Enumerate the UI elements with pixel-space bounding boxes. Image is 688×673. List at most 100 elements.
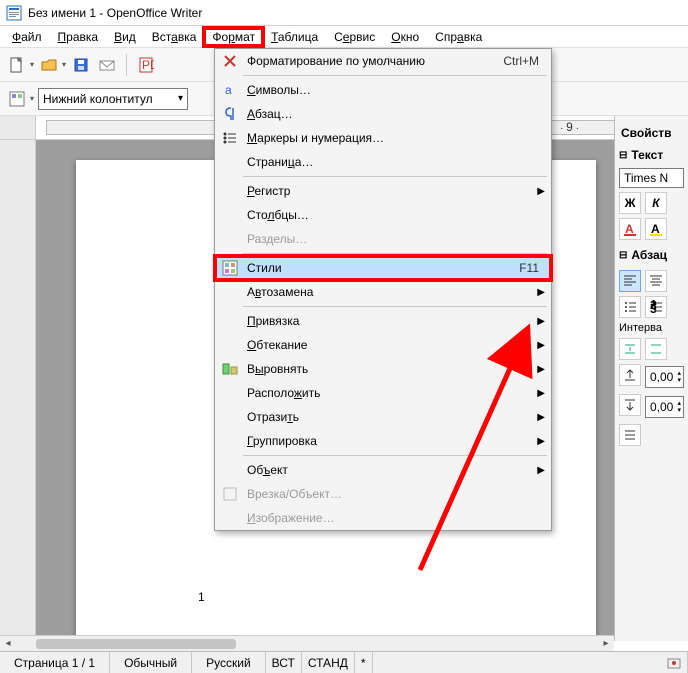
menu-page[interactable]: Страница… [215, 150, 551, 174]
save-button[interactable] [70, 54, 92, 76]
submenu-arrow-icon: ▶ [537, 186, 545, 197]
menu-wrap[interactable]: Обтекание▶ [215, 333, 551, 357]
styles-window-button[interactable] [6, 88, 28, 110]
menu-object[interactable]: Объект▶ [215, 458, 551, 482]
spacing-below-icon [619, 394, 641, 416]
submenu-arrow-icon: ▶ [537, 287, 545, 298]
styles-icon [219, 260, 241, 276]
bold-button[interactable]: Ж [619, 192, 641, 214]
new-dropdown-icon[interactable]: ▾ [30, 60, 34, 69]
spacing-below-field[interactable]: 0,00 [645, 396, 684, 418]
menu-group[interactable]: Группировка▶ [215, 429, 551, 453]
status-selection-mode[interactable]: СТАНД [302, 652, 355, 673]
menu-tools[interactable]: Сервис [326, 28, 383, 46]
svg-text:3: 3 [650, 302, 657, 314]
menu-arrange[interactable]: Расположить▶ [215, 381, 551, 405]
menu-sections: Разделы… [215, 227, 551, 251]
svg-text:A: A [651, 222, 660, 236]
ruler-tick-9: · 9 · [560, 120, 579, 134]
menu-autocorrect[interactable]: Автозамена▶ [215, 280, 551, 304]
menu-columns[interactable]: Столбцы… [215, 203, 551, 227]
scroll-right-icon[interactable]: ▸ [598, 638, 614, 649]
menu-separator [243, 455, 547, 456]
character-icon: a [219, 82, 241, 98]
open-button[interactable] [38, 54, 60, 76]
vertical-ruler[interactable] [0, 140, 36, 641]
menu-format[interactable]: Формат [204, 28, 263, 46]
menu-case[interactable]: Регистр▶ [215, 179, 551, 203]
svg-text:a: a [225, 83, 232, 97]
menu-table[interactable]: Таблица [263, 28, 326, 46]
menu-styles[interactable]: Стили F11 [215, 256, 551, 280]
menu-window[interactable]: Окно [383, 28, 427, 46]
export-pdf-button[interactable]: PDF [135, 54, 157, 76]
menu-separator [243, 75, 547, 76]
status-insert-mode[interactable]: ВСТ [266, 652, 302, 673]
menu-anchor[interactable]: Привязка▶ [215, 309, 551, 333]
align-left-button[interactable] [619, 270, 641, 292]
menu-help[interactable]: Справка [427, 28, 490, 46]
submenu-arrow-icon: ▶ [537, 340, 545, 351]
sidebar-interval-label: Интерва [619, 322, 684, 334]
font-name-field[interactable]: Times N [619, 168, 684, 188]
align-center-button[interactable] [645, 270, 667, 292]
menu-separator [243, 306, 547, 307]
email-button[interactable] [96, 54, 118, 76]
italic-button[interactable]: К [645, 192, 667, 214]
paragraph-icon [219, 106, 241, 122]
bullets-icon [219, 130, 241, 146]
menu-align[interactable]: Выровнять▶ [215, 357, 551, 381]
menu-flip[interactable]: Отразить▶ [215, 405, 551, 429]
toolbar-separator [126, 54, 127, 76]
page-number-field[interactable]: 1 [198, 590, 205, 604]
status-style[interactable]: Обычный [110, 652, 192, 673]
scroll-thumb[interactable] [36, 639, 236, 649]
svg-text:PDF: PDF [142, 58, 154, 72]
numbering-button[interactable]: 123 [645, 296, 667, 318]
spacing-above-icon [619, 364, 641, 386]
submenu-arrow-icon: ▶ [537, 412, 545, 423]
sidebar-properties: Свойств ⊟Текст Times N Ж К A A ⊟Абзац 12… [614, 116, 688, 641]
menu-separator [243, 253, 547, 254]
window-titlebar: Без имени 1 - OpenOffice Writer [0, 0, 688, 26]
scroll-left-icon[interactable]: ◂ [0, 638, 16, 649]
statusbar: Страница 1 / 1 Обычный Русский ВСТ СТАНД… [0, 651, 688, 673]
menu-bullets[interactable]: Маркеры и нумерация… [215, 126, 551, 150]
format-menu-popup: Форматирование по умолчанию Ctrl+M a Сим… [214, 48, 552, 531]
menu-file-label: айл [21, 30, 41, 44]
menu-file[interactable]: Файл [4, 28, 50, 46]
submenu-arrow-icon: ▶ [537, 388, 545, 399]
menu-paragraph[interactable]: Абзац… [215, 102, 551, 126]
svg-text:A: A [625, 222, 634, 236]
menu-insert[interactable]: Вставка [144, 28, 205, 46]
bullets-button[interactable] [619, 296, 641, 318]
window-title: Без имени 1 - OpenOffice Writer [28, 6, 202, 20]
menu-default-formatting[interactable]: Форматирование по умолчанию Ctrl+M [215, 49, 551, 73]
ruler-corner [0, 116, 36, 139]
spacing-decrease-button[interactable] [645, 338, 667, 360]
line-spacing-button[interactable] [619, 424, 641, 446]
font-color-button[interactable]: A [619, 218, 641, 240]
status-modified: * [355, 652, 373, 673]
open-dropdown-icon[interactable]: ▾ [62, 60, 66, 69]
status-language[interactable]: Русский [192, 652, 266, 673]
submenu-arrow-icon: ▶ [537, 436, 545, 447]
clear-format-icon [219, 53, 241, 69]
status-page[interactable]: Страница 1 / 1 [0, 652, 110, 673]
menu-separator [243, 176, 547, 177]
sidebar-title: Свойств [619, 120, 684, 144]
new-button[interactable] [6, 54, 28, 76]
status-signature[interactable] [661, 652, 688, 673]
paragraph-style-value: Нижний колонтитул [43, 92, 153, 106]
menu-edit[interactable]: Правка [50, 28, 107, 46]
sidebar-section-paragraph[interactable]: ⊟Абзац [619, 244, 684, 266]
menu-character[interactable]: a Символы… [215, 78, 551, 102]
paragraph-style-dropdown[interactable]: Нижний колонтитул [38, 88, 188, 110]
horizontal-scrollbar[interactable]: ◂ ▸ [0, 635, 614, 651]
spacing-above-field[interactable]: 0,00 [645, 366, 684, 388]
styles-dropdown-icon[interactable]: ▾ [30, 94, 34, 103]
spacing-increase-button[interactable] [619, 338, 641, 360]
sidebar-section-text[interactable]: ⊟Текст [619, 144, 684, 166]
highlight-button[interactable]: A [645, 218, 667, 240]
menu-view[interactable]: Вид [106, 28, 144, 46]
